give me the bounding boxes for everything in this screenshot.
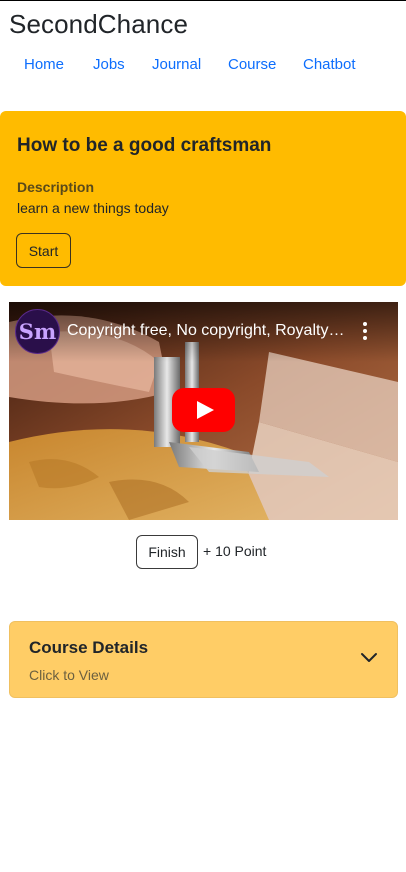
nav-jobs-link[interactable]: Jobs bbox=[93, 56, 125, 73]
youtube-play-icon[interactable] bbox=[172, 388, 235, 432]
nav-course-link[interactable]: Course bbox=[228, 56, 276, 73]
main-nav: Home Jobs Journal Course Chatbot bbox=[0, 56, 406, 78]
top-border bbox=[0, 0, 406, 1]
app-brand[interactable]: SecondChance bbox=[9, 9, 188, 40]
points-label: + 10 Point bbox=[203, 543, 267, 559]
channel-avatar[interactable]: Sm bbox=[15, 309, 60, 354]
course-details-accordion[interactable]: Course Details Click to View bbox=[9, 621, 398, 698]
course-hero-card: How to be a good craftsman Description l… bbox=[0, 111, 406, 286]
chevron-down-icon[interactable] bbox=[360, 652, 378, 664]
course-title: How to be a good craftsman bbox=[17, 135, 272, 156]
description-label: Description bbox=[17, 179, 95, 195]
course-details-title: Course Details bbox=[29, 638, 149, 657]
video-title[interactable]: Copyright free, No copyright, Royalty fr… bbox=[67, 322, 347, 340]
course-details-subtitle: Click to View bbox=[29, 667, 109, 683]
nav-chatbot-link[interactable]: Chatbot bbox=[303, 56, 356, 73]
start-button[interactable]: Start bbox=[16, 233, 71, 268]
nav-journal-link[interactable]: Journal bbox=[152, 56, 201, 73]
more-vert-icon[interactable] bbox=[359, 320, 371, 342]
description-text: learn a new things today bbox=[17, 200, 169, 216]
finish-button[interactable]: Finish bbox=[136, 535, 198, 569]
video-player[interactable]: Sm Copyright free, No copyright, Royalty… bbox=[9, 302, 398, 520]
nav-home-link[interactable]: Home bbox=[24, 56, 64, 73]
